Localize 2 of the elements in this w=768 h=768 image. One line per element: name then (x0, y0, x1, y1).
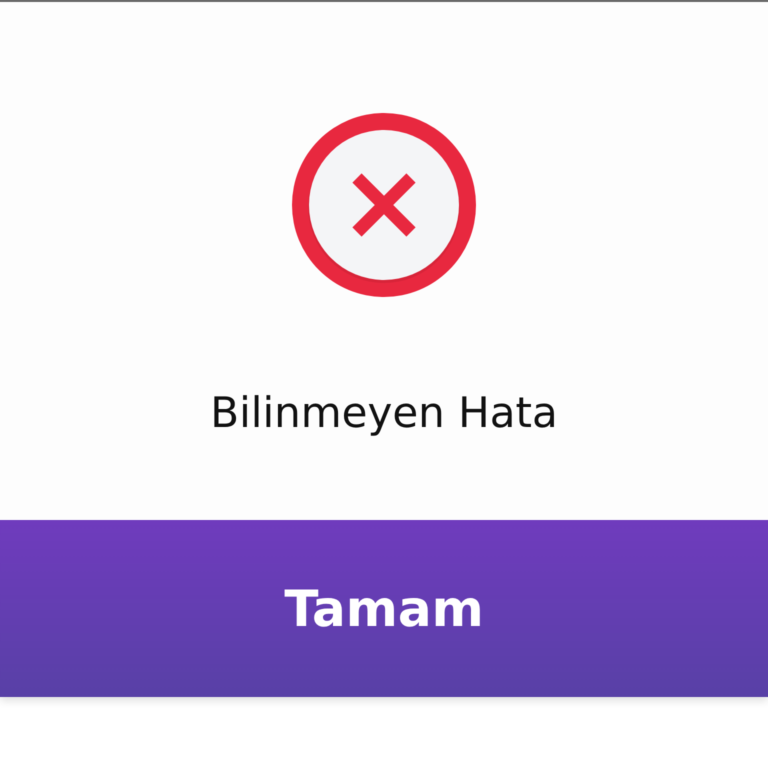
ok-button[interactable]: Tamam (0, 520, 768, 697)
error-message: Bilinmeyen Hata (210, 387, 558, 439)
